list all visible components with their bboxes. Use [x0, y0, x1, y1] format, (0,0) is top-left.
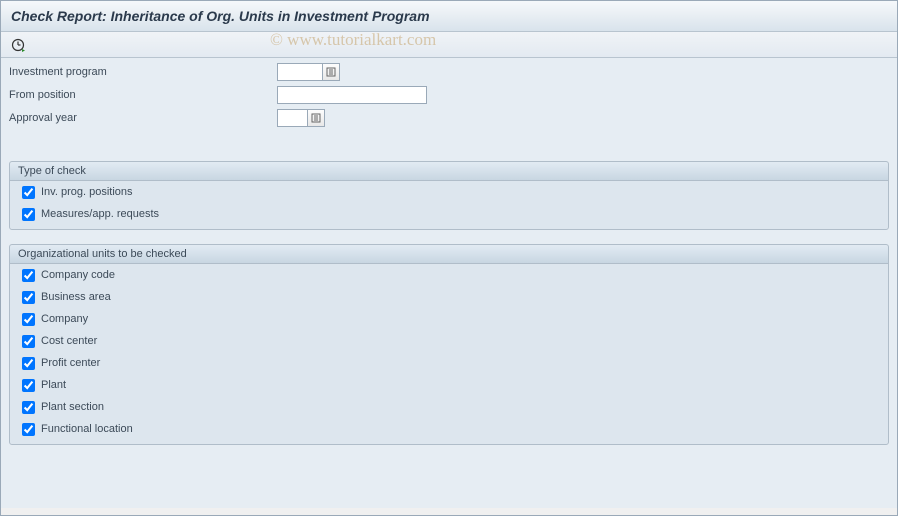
- list-item: Business area: [10, 286, 888, 308]
- plant-section-checkbox[interactable]: [22, 401, 35, 414]
- list-item: Company code: [10, 264, 888, 286]
- business-area-checkbox[interactable]: [22, 291, 35, 304]
- org-units-title: Organizational units to be checked: [10, 245, 888, 264]
- company-checkbox[interactable]: [22, 313, 35, 326]
- functional-location-checkbox[interactable]: [22, 423, 35, 436]
- approval-year-input[interactable]: [277, 109, 307, 127]
- content-area: Investment program From position Approva…: [1, 58, 897, 508]
- list-item: Plant: [10, 374, 888, 396]
- checkbox-label[interactable]: Functional location: [41, 423, 133, 435]
- investment-program-input[interactable]: [277, 63, 322, 81]
- list-item: Plant section: [10, 396, 888, 418]
- list-item: Inv. prog. positions: [10, 181, 888, 203]
- toolbar: [1, 32, 897, 58]
- search-help-icon: [326, 67, 336, 77]
- investment-program-label: Investment program: [9, 66, 277, 78]
- checkbox-label[interactable]: Cost center: [41, 335, 97, 347]
- list-item: Functional location: [10, 418, 888, 440]
- checkbox-label[interactable]: Company: [41, 313, 88, 325]
- measures-app-requests-checkbox[interactable]: [22, 208, 35, 221]
- list-item: Profit center: [10, 352, 888, 374]
- from-position-input[interactable]: [277, 86, 427, 104]
- inv-prog-positions-checkbox[interactable]: [22, 186, 35, 199]
- checkbox-label[interactable]: Profit center: [41, 357, 100, 369]
- checkbox-label[interactable]: Business area: [41, 291, 111, 303]
- type-of-check-group: Type of check Inv. prog. positions Measu…: [9, 161, 889, 230]
- clock-execute-icon: [11, 38, 25, 52]
- cost-center-checkbox[interactable]: [22, 335, 35, 348]
- list-item: Measures/app. requests: [10, 203, 888, 225]
- execute-button[interactable]: [7, 35, 29, 55]
- checkbox-label[interactable]: Inv. prog. positions: [41, 186, 133, 198]
- checkbox-label[interactable]: Company code: [41, 269, 115, 281]
- window: Check Report: Inheritance of Org. Units …: [0, 0, 898, 516]
- search-help-icon: [311, 113, 321, 123]
- profit-center-checkbox[interactable]: [22, 357, 35, 370]
- list-item: Cost center: [10, 330, 888, 352]
- list-item: Company: [10, 308, 888, 330]
- plant-checkbox[interactable]: [22, 379, 35, 392]
- page-title: Check Report: Inheritance of Org. Units …: [1, 1, 897, 32]
- approval-year-label: Approval year: [9, 112, 277, 124]
- approval-year-search-help[interactable]: [307, 109, 325, 127]
- org-units-group: Organizational units to be checked Compa…: [9, 244, 889, 445]
- checkbox-label[interactable]: Plant section: [41, 401, 104, 413]
- checkbox-label[interactable]: Measures/app. requests: [41, 208, 159, 220]
- type-of-check-title: Type of check: [10, 162, 888, 181]
- investment-program-search-help[interactable]: [322, 63, 340, 81]
- checkbox-label[interactable]: Plant: [41, 379, 66, 391]
- company-code-checkbox[interactable]: [22, 269, 35, 282]
- from-position-label: From position: [9, 89, 277, 101]
